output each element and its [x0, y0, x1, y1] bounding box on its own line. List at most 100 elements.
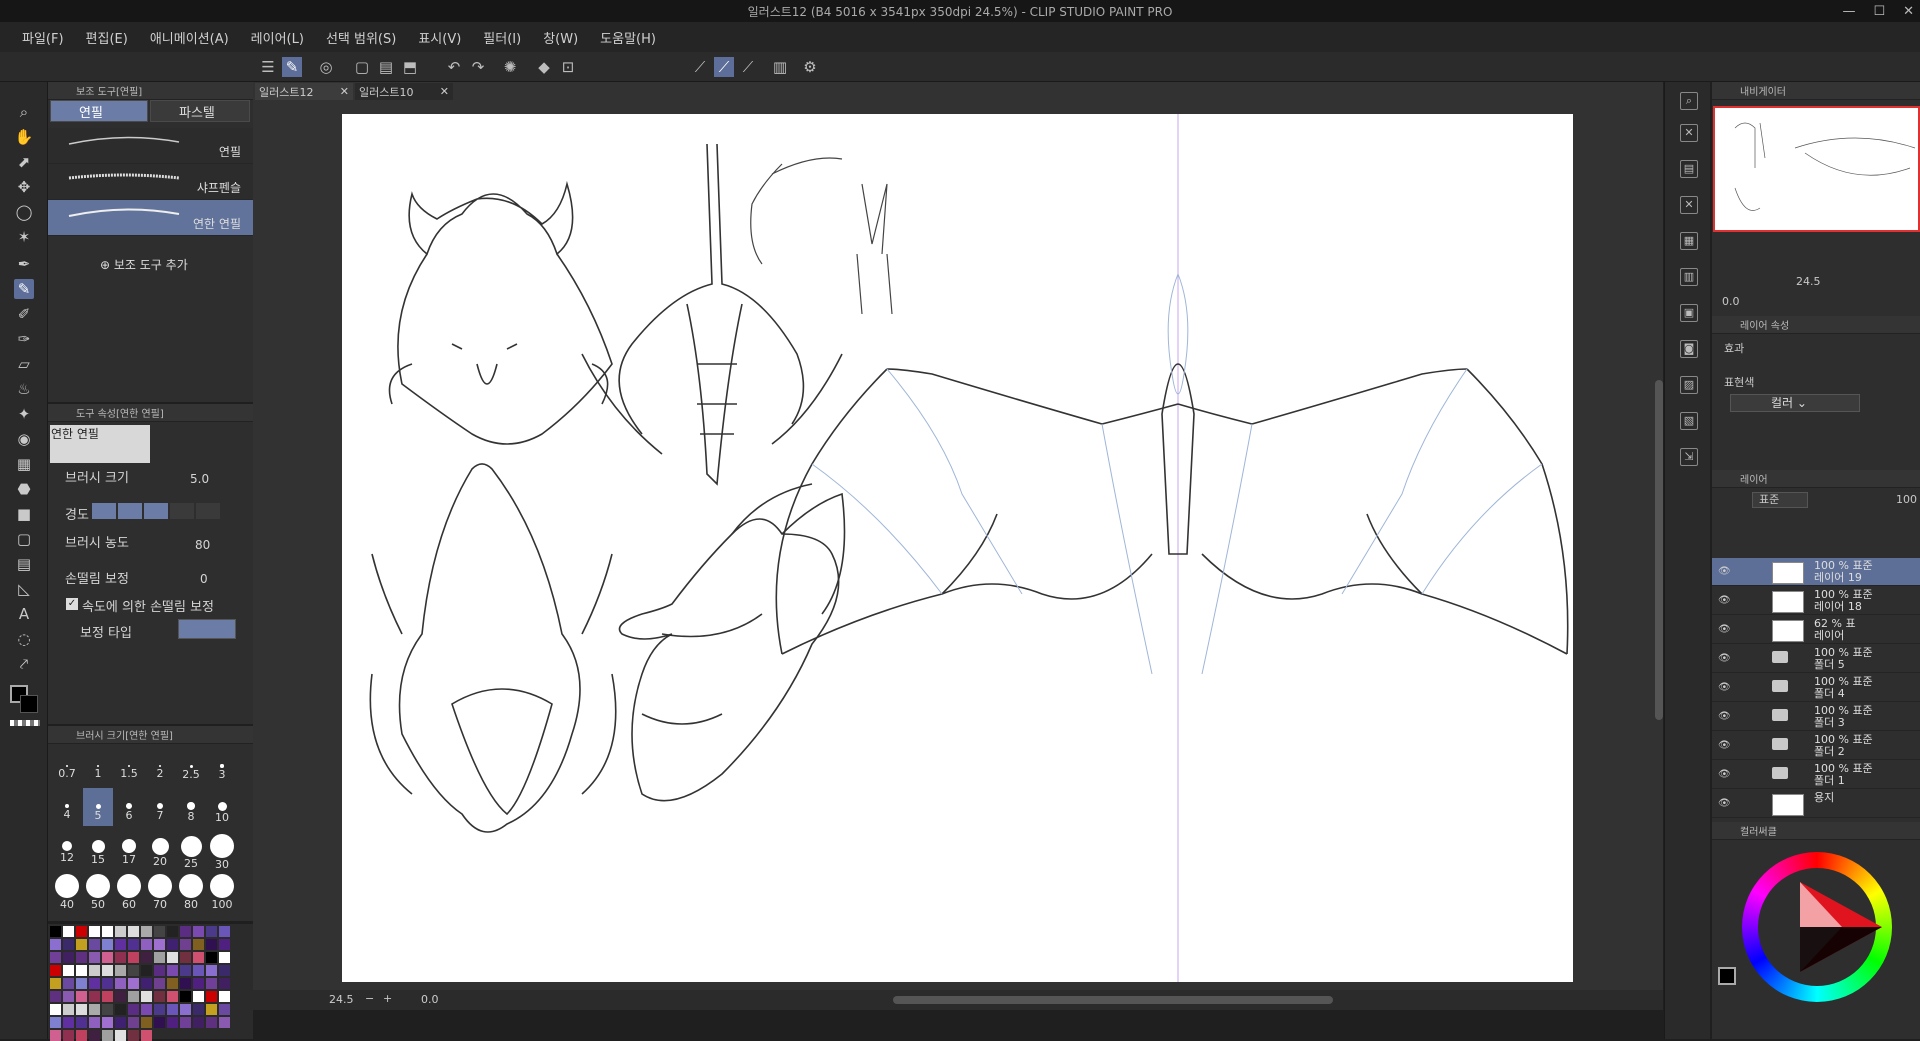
color-swatch[interactable]	[167, 952, 178, 963]
visibility-icon[interactable]: 👁	[1718, 653, 1731, 664]
color-swatch[interactable]	[89, 1017, 100, 1028]
magic-wand-icon[interactable]: ✶	[14, 227, 34, 247]
brush-size-option[interactable]: 40	[52, 868, 82, 911]
import-icon[interactable]: ⇲	[1680, 448, 1698, 466]
undo-icon[interactable]: ↶	[444, 57, 464, 77]
tab-pastel[interactable]: 파스텔	[150, 100, 250, 122]
save-icon[interactable]: ⬒	[400, 57, 420, 77]
menu-file[interactable]: 파일(F)	[22, 28, 64, 47]
layer-row[interactable]: 👁 100 % 표준 레이어 18	[1712, 587, 1920, 615]
transparent-swatch[interactable]	[10, 720, 40, 726]
color-swatch[interactable]	[206, 952, 217, 963]
expression-select[interactable]: 컬러 ⌄	[1730, 394, 1860, 412]
color-swatch[interactable]	[206, 965, 217, 976]
color-swatch[interactable]	[102, 978, 113, 989]
color-swatch[interactable]	[206, 926, 217, 937]
gradient-icon[interactable]: ▦	[14, 454, 34, 474]
hardness-slider[interactable]	[92, 503, 220, 519]
color-swatch[interactable]	[76, 991, 87, 1002]
color-swatch[interactable]	[76, 978, 87, 989]
brush-size-option[interactable]: 5	[83, 788, 113, 826]
color-triangle[interactable]	[1742, 852, 1892, 1002]
color-swatch[interactable]	[167, 1017, 178, 1028]
color-swatch[interactable]	[76, 1004, 87, 1015]
color-swatch[interactable]	[63, 926, 74, 937]
layer-copy-icon[interactable]: ▣	[1680, 304, 1698, 322]
folder-row[interactable]: 👁 100 % 표준 폴더 1	[1712, 761, 1920, 789]
color-swatch[interactable]	[167, 1004, 178, 1015]
color-swatch[interactable]	[89, 1030, 100, 1041]
color-swatch[interactable]	[219, 939, 230, 950]
color-swatch[interactable]	[89, 939, 100, 950]
color-swatch[interactable]	[50, 965, 61, 976]
color-swatch[interactable]	[128, 978, 139, 989]
color-swatch[interactable]	[180, 926, 191, 937]
brush-pencil[interactable]: 연필	[48, 128, 253, 164]
menu-view[interactable]: 표시(V)	[418, 28, 461, 47]
new-file-icon[interactable]: ▢	[352, 57, 372, 77]
open-file-icon[interactable]: ▤	[376, 57, 396, 77]
brush-size-option[interactable]: 20	[145, 828, 175, 868]
color-swatch[interactable]	[167, 939, 178, 950]
color-swatch[interactable]	[115, 965, 126, 976]
horizontal-scrollbar[interactable]	[893, 996, 1333, 1004]
color-swatch[interactable]	[89, 965, 100, 976]
menu-help[interactable]: 도움말(H)	[600, 28, 656, 47]
close-tab-icon[interactable]: ✕	[340, 85, 349, 98]
brush-size-option[interactable]: 4	[52, 788, 82, 826]
color-swatch[interactable]	[219, 991, 230, 1002]
sub-color-swatch[interactable]	[20, 695, 38, 713]
color-swatch[interactable]	[115, 1030, 126, 1041]
pen-icon[interactable]: ✒	[14, 254, 34, 274]
color-swatch[interactable]	[193, 991, 204, 1002]
brush-size-option[interactable]: 50	[83, 868, 113, 911]
color-swatch[interactable]	[219, 1017, 230, 1028]
stamp-icon[interactable]: ◎	[316, 57, 336, 77]
redo-icon[interactable]: ↷	[468, 57, 488, 77]
color-swatch[interactable]	[63, 1030, 74, 1041]
paint-bucket-icon[interactable]: ⬣	[14, 479, 34, 499]
text-icon[interactable]: A	[14, 604, 34, 624]
color-swatch[interactable]	[128, 939, 139, 950]
visibility-icon[interactable]: 👁	[1718, 595, 1731, 606]
drawing-canvas[interactable]	[342, 114, 1573, 982]
current-color-swatch[interactable]	[1718, 967, 1736, 985]
visibility-icon[interactable]: 👁	[1718, 798, 1731, 809]
color-swatch[interactable]	[50, 939, 61, 950]
color-swatch[interactable]	[115, 939, 126, 950]
color-swatch[interactable]	[128, 965, 139, 976]
color-swatch[interactable]	[102, 1030, 113, 1041]
color-swatch[interactable]	[128, 1030, 139, 1041]
color-swatch[interactable]	[63, 1004, 74, 1015]
navigator-preview[interactable]	[1713, 106, 1920, 232]
eraser-icon[interactable]: ▱	[14, 354, 34, 374]
color-swatch[interactable]	[154, 991, 165, 1002]
color-swatch[interactable]	[193, 1017, 204, 1028]
color-swatch[interactable]	[63, 991, 74, 1002]
color-swatch[interactable]	[154, 1004, 165, 1015]
color-swatch[interactable]	[167, 926, 178, 937]
airbrush-icon[interactable]: ✑	[14, 329, 34, 349]
brush-size-option[interactable]: 1.5	[114, 748, 144, 786]
color-swatch[interactable]	[193, 939, 204, 950]
color-swatch[interactable]	[102, 952, 113, 963]
color-swatch[interactable]	[167, 991, 178, 1002]
tab-pencil[interactable]: 연필	[50, 100, 148, 122]
color-swatch[interactable]	[128, 991, 139, 1002]
transform-icon[interactable]: ⊡	[558, 57, 578, 77]
vertical-scrollbar[interactable]	[1655, 380, 1663, 720]
color-swatch[interactable]	[141, 978, 152, 989]
color-swatch[interactable]	[141, 991, 152, 1002]
brush-size-option[interactable]: 17	[114, 828, 144, 866]
zoom-in-icon[interactable]: +	[383, 992, 392, 1005]
layer-row[interactable]: 👁 62 % 표 레이어	[1712, 616, 1920, 644]
color-swatch[interactable]	[141, 1017, 152, 1028]
zoom-icon[interactable]: ⌕	[14, 102, 34, 122]
color-swatch[interactable]	[219, 926, 230, 937]
close-panel-icon[interactable]: ✕	[1680, 124, 1698, 142]
brush-size-option[interactable]: 10	[207, 788, 237, 826]
nav-zoom-value[interactable]: 24.5	[1796, 275, 1821, 288]
brush-size-option[interactable]: 12	[52, 828, 82, 866]
ruler-icon[interactable]: ⟋	[690, 57, 710, 77]
camera-icon[interactable]: ◙	[1680, 340, 1698, 358]
